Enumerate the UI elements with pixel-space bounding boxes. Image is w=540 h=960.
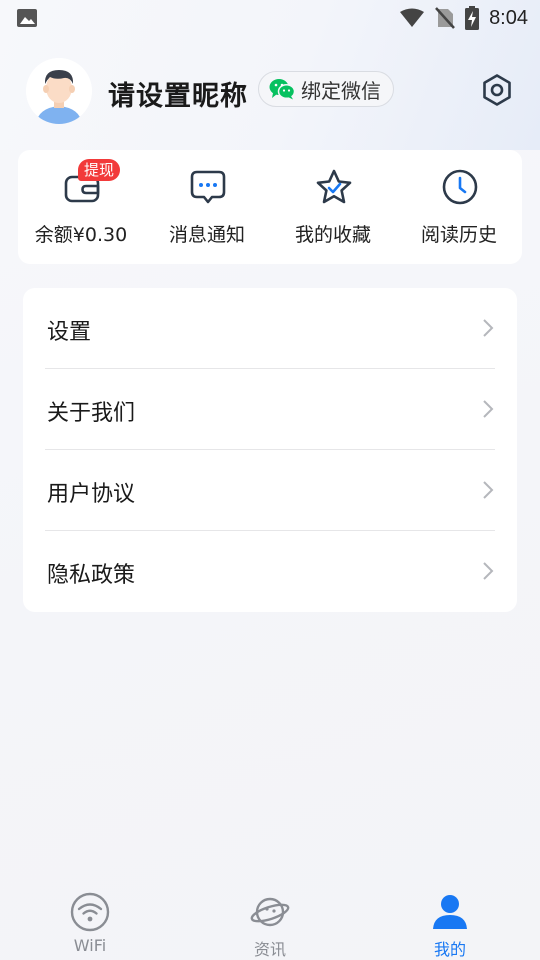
menu-item-privacy-policy[interactable]: 隐私政策 — [23, 531, 517, 612]
history-item[interactable]: 阅读历史 — [396, 150, 522, 264]
avatar[interactable] — [26, 58, 92, 124]
messages-item[interactable]: 消息通知 — [144, 150, 270, 264]
wechat-icon — [269, 79, 295, 100]
chevron-right-icon — [483, 562, 494, 580]
nav-tab-news[interactable]: 资讯 — [180, 880, 360, 960]
user-icon — [433, 895, 467, 929]
chevron-right-icon — [483, 319, 494, 337]
bind-wechat-label: 绑定微信 — [301, 78, 381, 103]
menu-item-about[interactable]: 关于我们 — [23, 369, 517, 450]
menu-item-label: 设置 — [47, 320, 92, 345]
chevron-right-icon — [483, 481, 494, 499]
menu-card: 设置 关于我们 用户协议 隐私政策 — [23, 288, 517, 612]
wifi-signal-icon — [400, 8, 425, 27]
quick-actions-card: 提现 余额¥0.30 消息通知 我的收藏 阅读历史 — [18, 150, 522, 264]
settings-icon[interactable] — [480, 73, 514, 107]
menu-item-label: 用户协议 — [47, 482, 136, 507]
history-label: 阅读历史 — [420, 224, 497, 246]
balance-item[interactable]: 提现 余额¥0.30 — [18, 150, 144, 264]
no-sim-icon — [435, 7, 455, 29]
planet-icon — [250, 897, 290, 927]
favorites-item[interactable]: 我的收藏 — [270, 150, 396, 264]
nav-label: WiFi — [73, 936, 107, 955]
status-bar: 8:04 — [0, 0, 540, 36]
chevron-right-icon — [483, 400, 494, 418]
nav-tab-wifi[interactable]: WiFi — [0, 880, 180, 960]
nav-tab-mine[interactable]: 我的 — [360, 880, 540, 960]
clock-icon — [442, 169, 478, 205]
bind-wechat-button[interactable]: 绑定微信 — [258, 71, 394, 107]
nav-label: 资讯 — [253, 940, 286, 959]
menu-item-label: 隐私政策 — [47, 563, 136, 588]
battery-charging-icon — [465, 6, 480, 30]
gallery-icon — [17, 9, 37, 27]
messages-label: 消息通知 — [168, 224, 245, 246]
message-icon — [190, 170, 226, 204]
menu-item-settings[interactable]: 设置 — [23, 288, 517, 369]
bottom-nav: WiFi 资讯 我的 — [0, 880, 540, 960]
menu-item-label: 关于我们 — [47, 401, 136, 426]
wifi-icon — [70, 892, 110, 932]
favorites-label: 我的收藏 — [294, 224, 371, 246]
withdraw-badge[interactable]: 提现 — [78, 159, 121, 181]
menu-item-user-agreement[interactable]: 用户协议 — [23, 450, 517, 531]
nickname[interactable]: 请设置昵称 — [108, 74, 248, 113]
balance-label: 余额¥0.30 — [34, 224, 128, 246]
star-icon — [316, 169, 352, 204]
nav-label: 我的 — [433, 940, 466, 959]
status-time: 8:04 — [489, 6, 528, 29]
